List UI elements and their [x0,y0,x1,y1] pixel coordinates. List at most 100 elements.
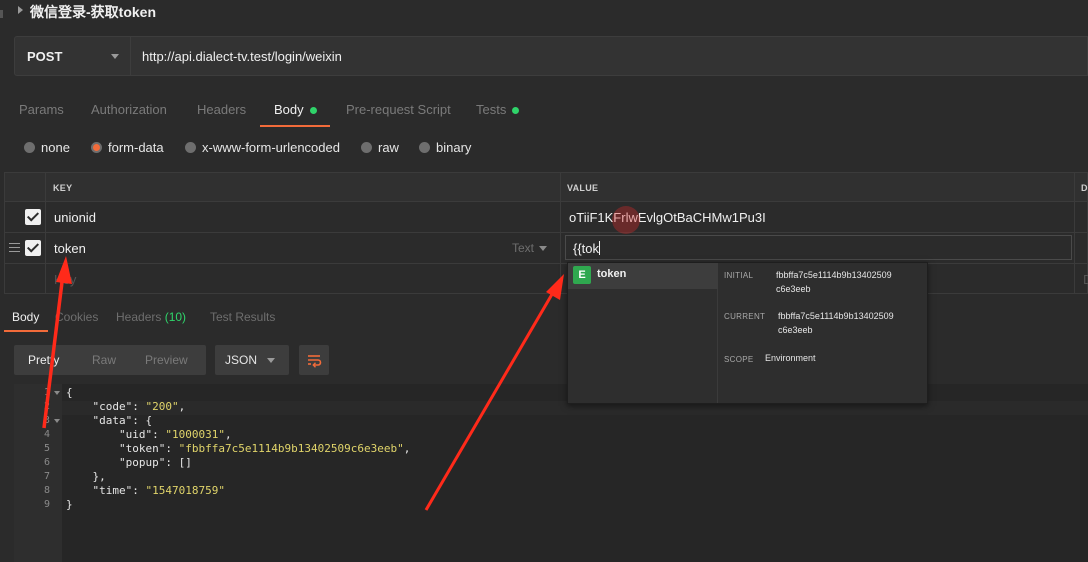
sidebar-edge [0,10,3,18]
code-line: "code": "200", [92,400,186,413]
line-number: 9 [43,499,50,510]
response-tab-body[interactable]: Body [12,310,39,324]
headers-count: (10) [164,310,187,324]
description-header: D [1081,183,1088,193]
response-body-editor[interactable]: 1 2 3 4 5 6 7 8 9 { "code": "200", "data… [14,384,1088,562]
cursor-highlight [612,206,640,234]
pretty-button[interactable]: Pretty [28,353,59,367]
code-line: "popup": [] [118,456,192,469]
code-line: "token": "fbbffa7c5e1114b9b13402509c6e3e… [118,442,411,455]
code-line: "uid": "1000031", [118,428,232,441]
preview-button[interactable]: Preview [145,353,188,367]
column-divider [1074,233,1075,263]
collapse-arrow-icon[interactable] [18,6,23,14]
key-header: KEY [53,183,73,193]
key-placeholder[interactable]: Key [54,272,76,287]
column-divider [45,264,46,293]
column-divider [1074,173,1075,201]
body-active-dot-icon [309,107,317,115]
format-label: JSON [225,353,258,367]
current-value: fbbffa7c5e1114b9b13402509c6e3eeb [778,311,894,335]
line-number: 5 [43,443,50,454]
chevron-down-icon [539,246,548,251]
type-dropdown[interactable]: Text [512,241,548,255]
chevron-down-icon [111,54,119,59]
line-number: 1 [43,387,50,398]
line-number: 4 [43,429,50,440]
value-cell[interactable]: oTiiF1KFrlwEvlgOtBaCHMw1Pu3I [569,210,766,225]
wrap-icon [308,355,322,368]
tab-authorization[interactable]: Authorization [91,102,167,117]
line-number-gutter: 1 2 3 4 5 6 7 8 9 [14,384,62,562]
value-input-text: {{tok [573,241,601,256]
body-type-options: none form-data x-www-form-urlencoded raw… [0,136,1088,160]
url-bar: POST http://api.dialect-tv.test/login/we… [14,36,1088,76]
column-divider [1074,202,1075,232]
value-editor[interactable]: {{tok [565,235,1072,260]
radio-icon [24,142,35,153]
radio-icon [419,142,430,153]
line-number: 7 [43,471,50,482]
table-row: unionid oTiiF1KFrlwEvlgOtBaCHMw1Pu3I [4,202,1088,233]
response-tab-cookies[interactable]: Cookies [55,310,98,324]
response-tab-test-results[interactable]: Test Results [210,310,275,324]
value-header: VALUE [567,183,599,193]
table-row: token Text {{tok [4,233,1088,264]
radio-none[interactable]: none [24,140,70,155]
wrap-lines-button[interactable] [299,345,329,375]
variable-name: token [597,268,627,280]
radio-x-www-form-urlencoded[interactable]: x-www-form-urlencoded [185,140,340,155]
tab-body[interactable]: Body [274,102,317,117]
scope-label: SCOPE [724,355,754,364]
radio-binary[interactable]: binary [419,140,471,155]
line-number: 2 [43,401,50,412]
column-divider [45,202,46,232]
active-tab-indicator [260,125,330,127]
code-line: "data": { [92,414,153,427]
url-input[interactable]: http://api.dialect-tv.test/login/weixin [142,49,342,64]
column-divider [1074,264,1075,293]
raw-button[interactable]: Raw [92,353,116,367]
row-checkbox[interactable] [25,240,41,256]
radio-form-data[interactable]: form-data [91,140,164,155]
radio-raw[interactable]: raw [361,140,399,155]
initial-value: fbbffa7c5e1114b9b13402509c6e3eeb [776,270,892,294]
line-number: 6 [43,457,50,468]
tab-tests[interactable]: Tests [476,102,520,117]
method-dropdown[interactable]: POST [15,37,131,75]
autocomplete-item[interactable]: E token [568,263,718,289]
column-divider [560,264,561,293]
radio-icon [185,142,196,153]
column-divider [45,233,46,263]
radio-icon [361,142,372,153]
fold-arrow-icon[interactable] [54,391,60,395]
table-header: KEY VALUE D [4,172,1088,202]
column-divider [45,173,46,201]
fold-arrow-icon[interactable] [54,419,60,423]
tab-pre-request-script[interactable]: Pre-request Script [346,102,451,117]
format-dropdown[interactable]: JSON [215,345,289,375]
tests-dot-icon [512,107,520,115]
current-label: CURRENT [724,312,766,321]
active-tab-indicator [4,330,48,332]
code-line: }, [66,470,106,483]
scope-value: Environment [765,353,816,363]
radio-selected-icon [91,142,102,153]
description-placeholder[interactable]: D [1083,272,1088,287]
key-cell[interactable]: token [54,241,86,256]
text-cursor [599,241,601,255]
request-tabs: Params Authorization Headers Body Pre-re… [0,96,1088,127]
request-title[interactable]: 微信登录-获取token [30,2,156,22]
key-cell[interactable]: unionid [54,210,96,225]
initial-label: INITIAL [724,271,754,280]
tab-params[interactable]: Params [19,102,64,117]
column-divider [560,202,561,232]
drag-handle-icon[interactable] [9,243,20,252]
response-tab-headers[interactable]: Headers (10) [116,310,186,324]
row-checkbox[interactable] [25,209,41,225]
tab-headers[interactable]: Headers [197,102,246,117]
chevron-down-icon [267,358,275,363]
code-line: "time": "1547018759" [92,484,225,497]
line-number: 3 [43,415,50,426]
request-title-bar[interactable]: 微信登录-获取token [0,0,1088,24]
